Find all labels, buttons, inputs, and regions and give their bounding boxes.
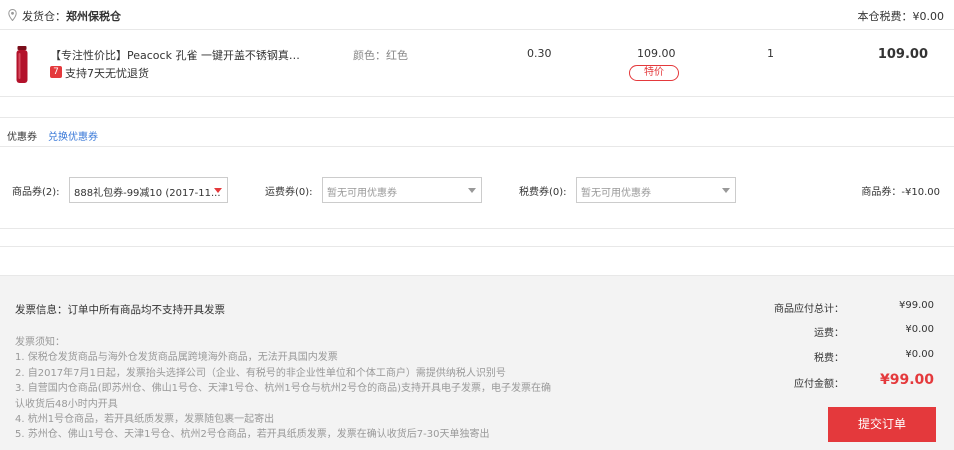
submit-order-button[interactable]: 提交订单 bbox=[828, 407, 936, 442]
invoice-note: 1. 保税仓发货商品与海外仓发货商品属跨境海外商品，无法开具国内发票 bbox=[15, 352, 338, 364]
product-row: 【专注性价比】Peacock 孔雀 一键开盖不锈钢真… 7 支持7天无忧退货 颜… bbox=[0, 31, 954, 97]
goods-total-value: ¥99.00 bbox=[899, 300, 934, 311]
coupon-discount: 商品券：-¥10.00 bbox=[861, 187, 940, 198]
special-price-tag: 特价 bbox=[629, 65, 679, 81]
shipping-value: ¥0.00 bbox=[905, 324, 934, 335]
shipping-coupon-select[interactable]: 暂无可用优惠券 bbox=[322, 177, 482, 203]
goods-coupon-label: 商品券(2): bbox=[12, 187, 60, 198]
location-pin-icon bbox=[8, 9, 17, 21]
divider bbox=[0, 228, 954, 229]
invoice-note: 4. 杭州1号仓商品，若开具纸质发票，发票随包裹一起寄出 bbox=[15, 414, 275, 426]
shipping-coupon-value: 暂无可用优惠券 bbox=[327, 188, 397, 199]
goods-coupon-select[interactable]: 888礼包券-99减10 (2017-11... bbox=[69, 177, 228, 203]
shipping-label: 运费： bbox=[814, 328, 844, 339]
product-subtotal: 109.00 bbox=[877, 47, 928, 62]
tax-coupon-label: 税费券(0): bbox=[519, 187, 567, 198]
goods-coupon-value: 888礼包券-99减10 (2017-11... bbox=[74, 188, 221, 199]
tax-value: ¥0.00 bbox=[905, 349, 934, 360]
shipping-coupon-label: 运费券(0): bbox=[265, 187, 313, 198]
invoice-info: 发票信息：订单中所有商品均不支持开具发票 bbox=[15, 304, 225, 316]
tax-label: 税费： bbox=[814, 353, 844, 364]
return-badge-icon: 7 bbox=[50, 66, 62, 78]
product-price: 109.00 bbox=[637, 47, 676, 60]
divider bbox=[0, 246, 954, 247]
coupon-title: 优惠券 bbox=[7, 132, 37, 143]
payable-label: 应付金额： bbox=[794, 379, 844, 390]
invoice-note: 认收货后48小时内开具 bbox=[15, 398, 118, 410]
invoice-notes-heading: 发票须知： bbox=[15, 337, 65, 348]
invoice-note: 2. 自2017年7月1日起，发票抬头选择公司（企业、有税号的非企业性单位和个体… bbox=[15, 367, 506, 379]
invoice-note: 5. 苏州仓、佛山1号仓、天津1号仓、杭州2号仓商品，若开具纸质发票，发票在确认… bbox=[15, 429, 490, 441]
coupon-header: 优惠券 兑换优惠券 bbox=[0, 117, 954, 147]
dropdown-arrow-icon bbox=[214, 188, 222, 193]
invoice-note: 3. 自营国内仓商品(即苏州仓、佛山1号仓、天津1号仓、杭州1号仓与杭州2号仓的… bbox=[15, 383, 551, 395]
product-thumbnail[interactable] bbox=[14, 45, 30, 85]
warehouse-name: 郑州保税仓 bbox=[66, 10, 121, 23]
warehouse-label: 发货仓：郑州保税仓 bbox=[22, 10, 121, 23]
warehouse-row: 发货仓：郑州保税仓 本仓税费：¥0.00 bbox=[0, 0, 954, 30]
product-color: 颜色：红色 bbox=[353, 49, 408, 62]
dropdown-arrow-icon bbox=[468, 188, 476, 193]
product-title[interactable]: 【专注性价比】Peacock 孔雀 一键开盖不锈钢真… bbox=[50, 47, 300, 63]
goods-total-label: 商品应付总计： bbox=[774, 304, 844, 315]
return-policy-text: 支持7天无忧退货 bbox=[65, 67, 149, 80]
invoice-notes: 发票须知： 1. 保税仓发货商品与海外仓发货商品属跨境海外商品，无法开具国内发票… bbox=[15, 335, 595, 443]
payable-value: ¥99.00 bbox=[879, 372, 934, 388]
tax-coupon-select[interactable]: 暂无可用优惠券 bbox=[576, 177, 736, 203]
dropdown-arrow-icon bbox=[722, 188, 730, 193]
warehouse-tax: 本仓税费：¥0.00 bbox=[857, 10, 945, 23]
product-weight: 0.30 bbox=[527, 47, 552, 60]
product-quantity: 1 bbox=[767, 47, 774, 60]
exchange-coupon-link[interactable]: 兑换优惠券 bbox=[48, 128, 98, 143]
tax-coupon-value: 暂无可用优惠券 bbox=[581, 188, 651, 199]
